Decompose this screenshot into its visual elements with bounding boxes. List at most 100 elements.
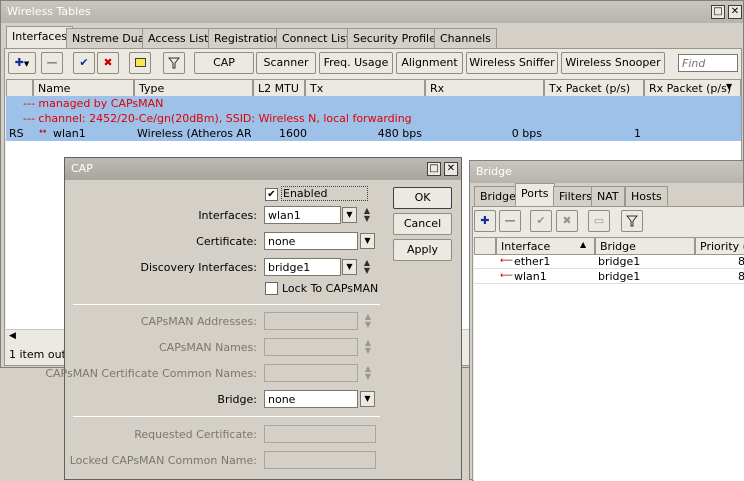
row-flags: RS — [9, 127, 24, 140]
tab-nat[interactable]: NAT — [591, 186, 625, 206]
discovery-dropdown-icon[interactable]: ▼ — [342, 259, 357, 275]
comment-button[interactable] — [129, 52, 151, 74]
bridge-row-interface: ether1 — [514, 255, 551, 268]
row-tx: 480 bps — [377, 127, 422, 140]
column-header-name[interactable]: Name — [33, 79, 134, 97]
cap-button[interactable]: CAP — [194, 52, 254, 74]
apply-button[interactable]: Apply — [393, 239, 452, 261]
bridge-dropdown-icon[interactable]: ▼ — [360, 391, 375, 407]
add-button[interactable]: ✚▼ — [8, 52, 36, 74]
enable-button[interactable]: ✔ — [73, 52, 95, 74]
tab-hosts[interactable]: Hosts — [625, 186, 668, 206]
cancel-button[interactable]: Cancel — [393, 213, 452, 235]
bridge-select[interactable]: none — [264, 390, 358, 408]
tab-channels[interactable]: Channels — [434, 28, 497, 48]
cap-dialog: CAP □ ✕ ✔ Enabled Interfaces: wlan1 ▼ ▲ ▼… — [45, 157, 462, 480]
interfaces-updown-icon[interactable]: ▲ ▼ — [361, 207, 373, 225]
tab-nstreme-dual[interactable]: Nstreme Dual — [66, 28, 154, 48]
enabled-label: Enabled — [281, 186, 369, 201]
filter-icon — [167, 57, 181, 69]
bridge-window: Bridge Bridge Ports Filters NAT Hosts ✚ … — [469, 160, 744, 481]
bridge-enable-button[interactable]: ✔ — [530, 210, 552, 232]
ok-button[interactable]: OK — [393, 187, 452, 209]
capsman-cert-cn-label: CAPsMAN Certificate Common Names: — [45, 367, 257, 380]
cap-dialog-titlebar[interactable]: CAP — [65, 158, 461, 180]
scroll-left-icon[interactable]: ◀ — [9, 331, 16, 341]
bridge-row-bridge: bridge1 — [598, 255, 641, 268]
close-icon[interactable]: ✕ — [444, 162, 458, 176]
row-mtu: 1600 — [279, 127, 307, 140]
row-tx-packet: 1 — [634, 127, 641, 140]
capsman-names-input[interactable] — [264, 338, 358, 356]
row-rx: 0 bps — [511, 127, 542, 140]
bridge-row-bridge: bridge1 — [598, 270, 641, 283]
bridge-column-bridge[interactable]: Bridge — [595, 237, 695, 255]
interfaces-select[interactable]: wlan1 — [264, 206, 341, 224]
close-icon[interactable]: ✕ — [728, 5, 742, 19]
filter-button[interactable] — [163, 52, 185, 74]
capsman-cert-cn-updown-icon[interactable]: ▲ ▼ — [362, 365, 374, 383]
bridge-filter-button[interactable] — [621, 210, 643, 232]
bridge-column-priority[interactable]: Priority (h... — [695, 237, 744, 255]
capsman-names-updown-icon[interactable]: ▲ ▼ — [362, 339, 374, 357]
tab-security-profiles[interactable]: Security Profiles — [347, 28, 448, 48]
capsman-cert-cn-input[interactable] — [264, 364, 358, 382]
scanner-button[interactable]: Scanner — [256, 52, 316, 74]
column-header-tx[interactable]: Tx — [305, 79, 425, 97]
comment-text-1: --- managed by CAPsMAN — [23, 97, 164, 110]
remove-button[interactable]: — — [41, 52, 63, 74]
bridge-add-button[interactable]: ✚ — [474, 210, 496, 232]
column-header-tx-packet[interactable]: Tx Packet (p/s) — [544, 79, 644, 97]
interfaces-dropdown-icon[interactable]: ▼ — [342, 207, 357, 223]
maximize-icon[interactable]: □ — [711, 5, 725, 19]
sort-icon: ▲ — [580, 240, 587, 249]
discovery-interfaces-select[interactable]: bridge1 — [264, 258, 341, 276]
wireless-snooper-button[interactable]: Wireless Snooper — [561, 52, 665, 74]
tab-registration[interactable]: Registration — [208, 28, 287, 48]
column-dropdown-icon[interactable]: ▼ — [726, 82, 732, 91]
tab-access-list[interactable]: Access List — [142, 28, 215, 48]
lock-to-capsman-label: Lock To CAPsMAN — [282, 282, 379, 295]
comment-text-2: --- channel: 2452/20-Ce/gn(20dBm), SSID:… — [23, 112, 412, 125]
certificate-dropdown-icon[interactable]: ▼ — [360, 233, 375, 249]
column-header-rx[interactable]: Rx — [425, 79, 544, 97]
wireless-interface-icon: ⟵ — [500, 271, 513, 281]
wireless-window-titlebar[interactable]: Wireless Tables — [1, 1, 743, 23]
disable-button[interactable]: ✖ — [97, 52, 119, 74]
discovery-updown-icon[interactable]: ▲ ▼ — [361, 259, 373, 277]
certificate-select[interactable]: none — [264, 232, 358, 250]
bridge-comment-button[interactable]: ▭ — [588, 210, 610, 232]
bridge-remove-button[interactable]: — — [499, 210, 521, 232]
bridge-row-priority: 8 — [738, 270, 744, 283]
row-name: wlan1 — [53, 127, 86, 140]
alignment-button[interactable]: Alignment — [396, 52, 463, 74]
tab-ports[interactable]: Ports — [515, 183, 555, 206]
capsman-addresses-updown-icon[interactable]: ▲ ▼ — [362, 313, 374, 331]
freq-usage-button[interactable]: Freq. Usage — [319, 52, 393, 74]
interfaces-label: Interfaces: — [198, 209, 257, 222]
ethernet-interface-icon: ⟵ — [500, 256, 513, 266]
wireless-window-title: Wireless Tables — [7, 5, 91, 18]
tab-connect-list[interactable]: Connect List — [276, 28, 357, 48]
requested-certificate-field — [264, 425, 376, 443]
capsman-addresses-input[interactable] — [264, 312, 358, 330]
separator — [73, 416, 380, 417]
requested-certificate-label: Requested Certificate: — [134, 428, 257, 441]
comment-icon — [134, 58, 146, 67]
bridge-row-priority: 8 — [738, 255, 744, 268]
certificate-label: Certificate: — [196, 235, 257, 248]
bridge-disable-button[interactable]: ✖ — [556, 210, 578, 232]
cap-dialog-title: CAP — [71, 162, 93, 175]
find-input[interactable] — [678, 54, 738, 72]
tab-interfaces[interactable]: Interfaces — [6, 26, 73, 49]
maximize-icon[interactable]: □ — [427, 162, 441, 176]
column-header-l2mtu[interactable]: L2 MTU — [253, 79, 305, 97]
enabled-checkbox[interactable]: ✔ — [265, 188, 278, 201]
bridge-row-interface: wlan1 — [514, 270, 547, 283]
bridge-window-titlebar[interactable]: Bridge — [470, 161, 743, 183]
wireless-sniffer-button[interactable]: Wireless Sniffer — [466, 52, 558, 74]
column-header-type[interactable]: Type — [134, 79, 253, 97]
bridge-column-flags[interactable] — [474, 237, 496, 255]
lock-to-capsman-checkbox[interactable] — [265, 282, 278, 295]
column-header-flags[interactable] — [6, 79, 33, 97]
